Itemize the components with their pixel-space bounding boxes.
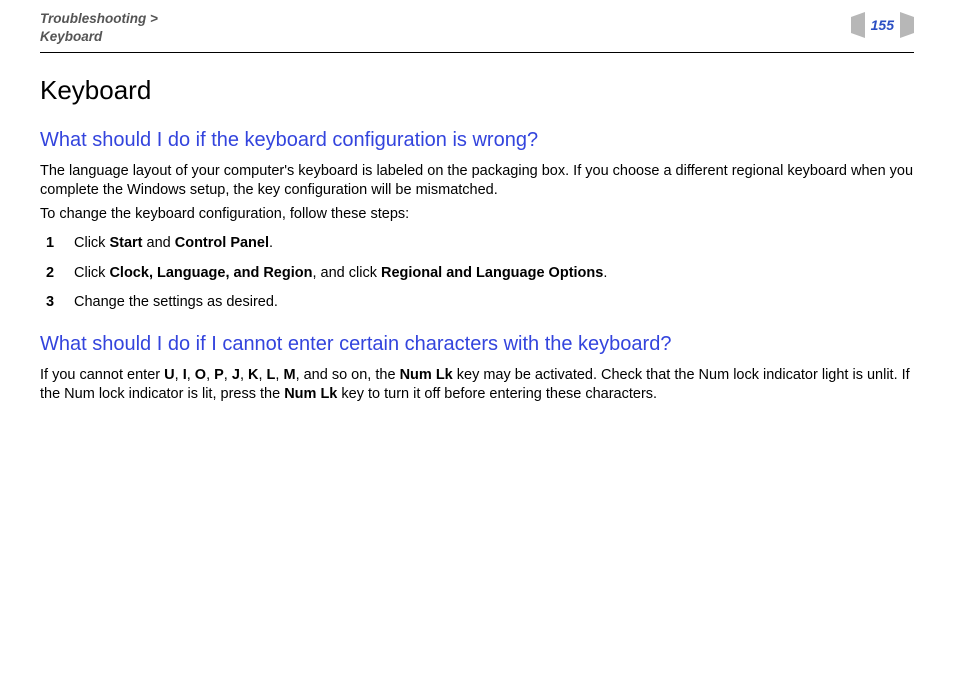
s2-c6: K — [248, 367, 258, 383]
prev-page-button[interactable] — [851, 16, 865, 35]
s2-c5: J — [232, 367, 240, 383]
section1-para2: To change the keyboard configuration, fo… — [40, 205, 914, 225]
breadcrumb-sub-link[interactable]: Keyboard — [40, 29, 102, 44]
breadcrumb-top: Troubleshooting > — [40, 11, 158, 26]
step-3: Change the settings as desired. — [46, 293, 914, 313]
section1-steps: Click Start and Control Panel. Click Clo… — [40, 234, 914, 313]
s2-t3: key to turn it off before entering these… — [337, 386, 657, 402]
section2-heading: What should I do if I cannot enter certa… — [40, 331, 914, 358]
s2-sep4: , — [224, 367, 232, 383]
step3-text: Change the settings as desired. — [74, 294, 278, 310]
s2-sep2: , — [187, 367, 195, 383]
s2-sep6: , — [258, 367, 266, 383]
s2-sep5: , — [240, 367, 248, 383]
section2-para: If you cannot enter U, I, O, P, J, K, L,… — [40, 366, 914, 405]
step2-prefix: Click — [74, 265, 109, 281]
s2-numlk1: Num Lk — [400, 367, 453, 383]
step-1: Click Start and Control Panel. — [46, 234, 914, 254]
page-navigator: 155 — [851, 16, 914, 35]
section1-para1: The language layout of your computer's k… — [40, 162, 914, 201]
step2-suffix: . — [603, 265, 607, 281]
step1-suffix: . — [269, 235, 273, 251]
section1-heading: What should I do if the keyboard configu… — [40, 127, 914, 154]
step1-prefix: Click — [74, 235, 109, 251]
page-number: 155 — [871, 16, 894, 35]
s2-sep1: , — [175, 367, 183, 383]
s2-t1: , and so on, the — [296, 367, 400, 383]
breadcrumb-sub: Keyboard — [40, 29, 102, 44]
breadcrumb: Troubleshooting > Keyboard — [40, 10, 158, 46]
s2-c3: O — [195, 367, 206, 383]
arrow-left-icon — [851, 12, 865, 38]
next-page-button[interactable] — [900, 16, 914, 35]
s2-c1: U — [164, 367, 174, 383]
s2-numlk2: Num Lk — [284, 386, 337, 402]
page-title: Keyboard — [40, 73, 914, 108]
breadcrumb-top-link[interactable]: Troubleshooting > — [40, 11, 158, 26]
arrow-right-icon — [900, 12, 914, 38]
step2-b2: Regional and Language Options — [381, 265, 603, 281]
step1-mid: and — [143, 235, 175, 251]
s2-c4: P — [214, 367, 224, 383]
s2-t0: If you cannot enter — [40, 367, 164, 383]
step-2: Click Clock, Language, and Region, and c… — [46, 264, 914, 284]
step2-b1: Clock, Language, and Region — [109, 265, 312, 281]
step1-b1: Start — [109, 235, 142, 251]
step1-b2: Control Panel — [175, 235, 269, 251]
header-divider — [40, 52, 914, 53]
s2-c8: M — [283, 367, 295, 383]
s2-sep3: , — [206, 367, 214, 383]
step2-mid: , and click — [312, 265, 381, 281]
